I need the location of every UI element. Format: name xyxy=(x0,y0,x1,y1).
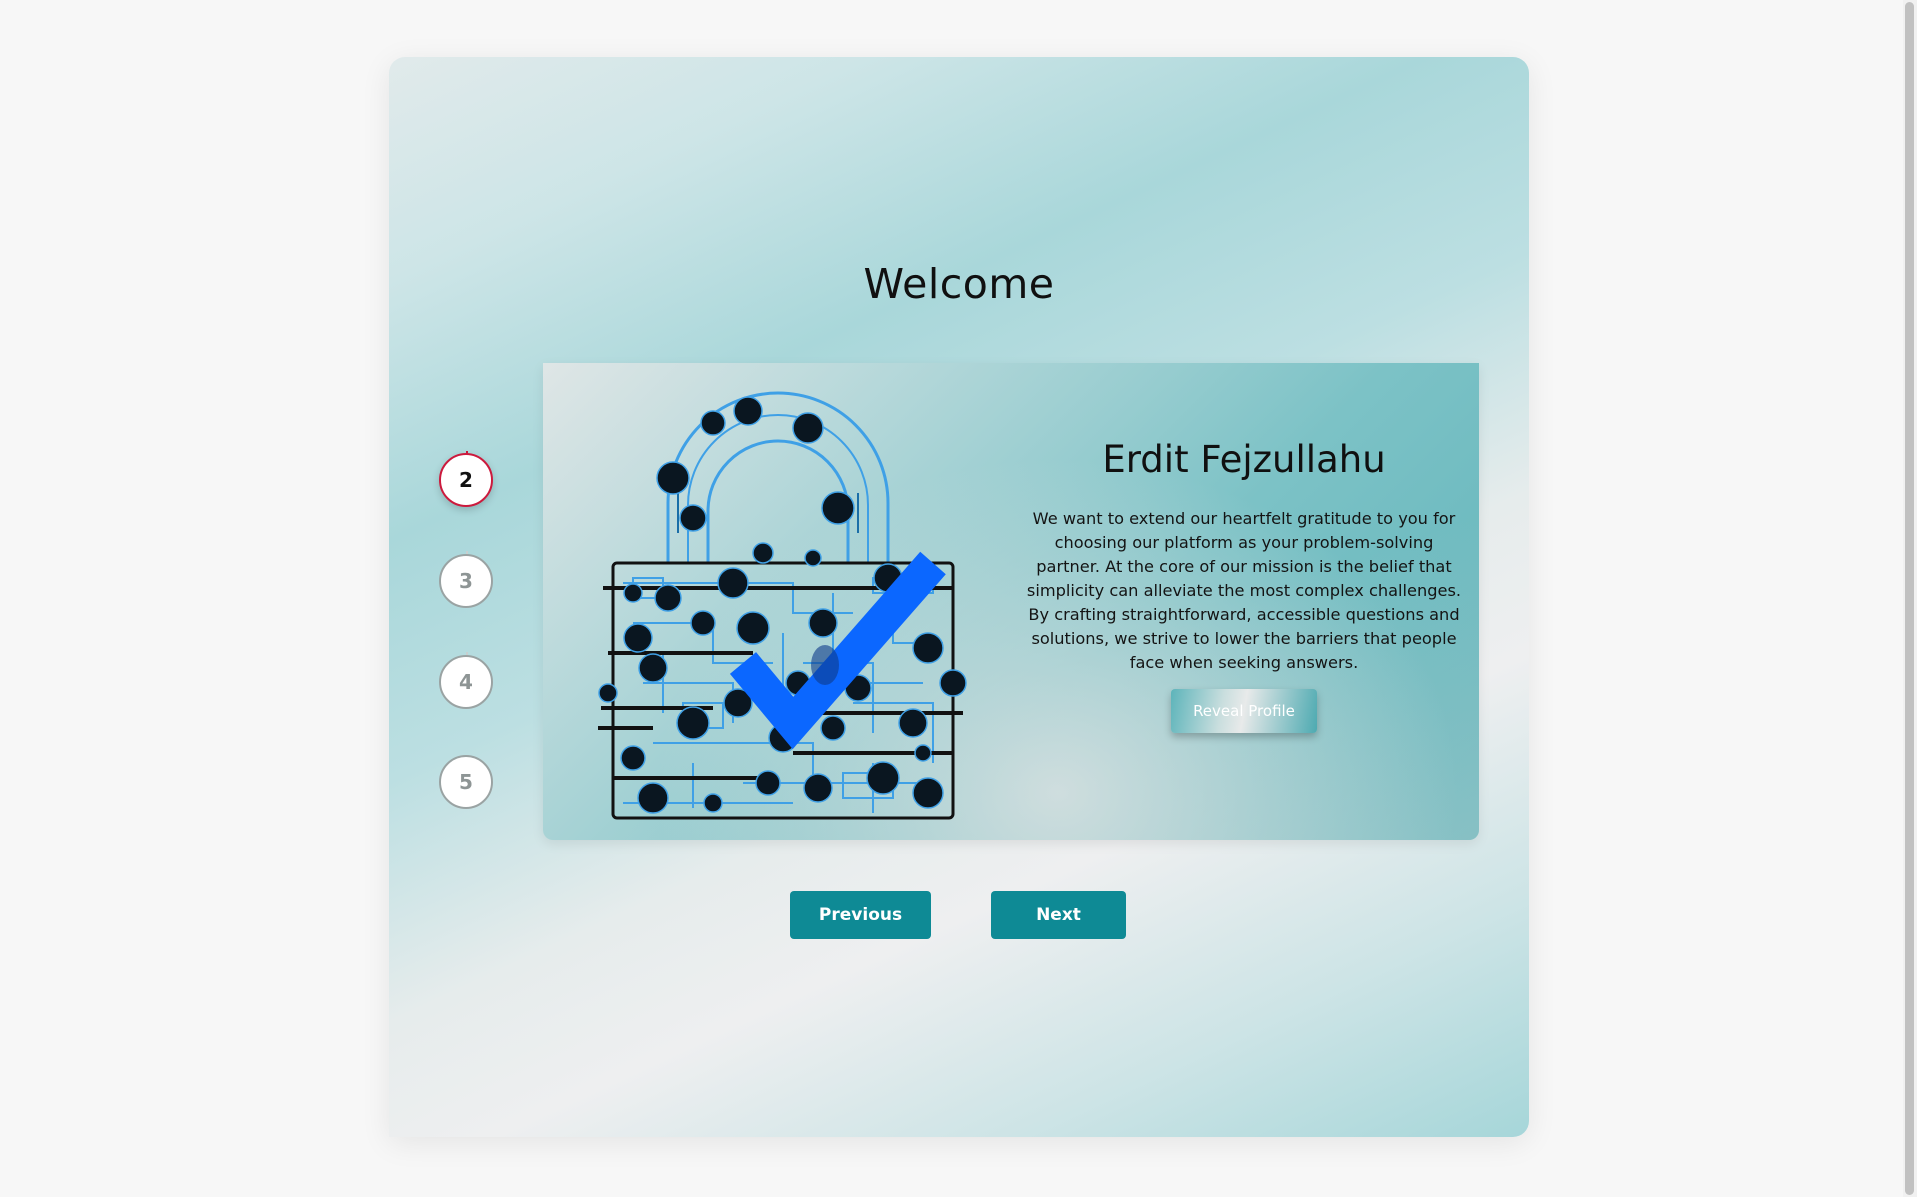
scrollbar-thumb[interactable] xyxy=(1905,2,1914,1195)
profile-name: Erdit Fejzullahu xyxy=(1102,438,1386,481)
step-number: 5 xyxy=(459,770,473,794)
page-scrollbar[interactable] xyxy=(1903,0,1917,1197)
step-number: 2 xyxy=(459,468,473,492)
step-number: 3 xyxy=(459,569,473,593)
step-number: 4 xyxy=(459,670,473,694)
onboarding-frame: Welcome 2 3 4 5 Erdit Fejzullahu We want… xyxy=(389,57,1529,1137)
profile-card: Erdit Fejzullahu We want to extend our h… xyxy=(543,363,1479,840)
step-5[interactable]: 5 xyxy=(439,755,493,809)
step-3[interactable]: 3 xyxy=(439,554,493,608)
padlock-circuit-illustration xyxy=(598,391,967,820)
reveal-profile-button[interactable]: Reveal Profile xyxy=(1171,689,1317,733)
profile-content: Erdit Fejzullahu We want to extend our h… xyxy=(1023,438,1465,733)
previous-button[interactable]: Previous xyxy=(790,891,931,939)
step-4[interactable]: 4 xyxy=(439,655,493,709)
step-2[interactable]: 2 xyxy=(439,453,493,507)
next-button[interactable]: Next xyxy=(991,891,1126,939)
profile-description: We want to extend our heartfelt gratitud… xyxy=(1026,509,1462,672)
page-title: Welcome xyxy=(863,260,1055,308)
step-indicator: 2 3 4 5 xyxy=(439,397,499,809)
